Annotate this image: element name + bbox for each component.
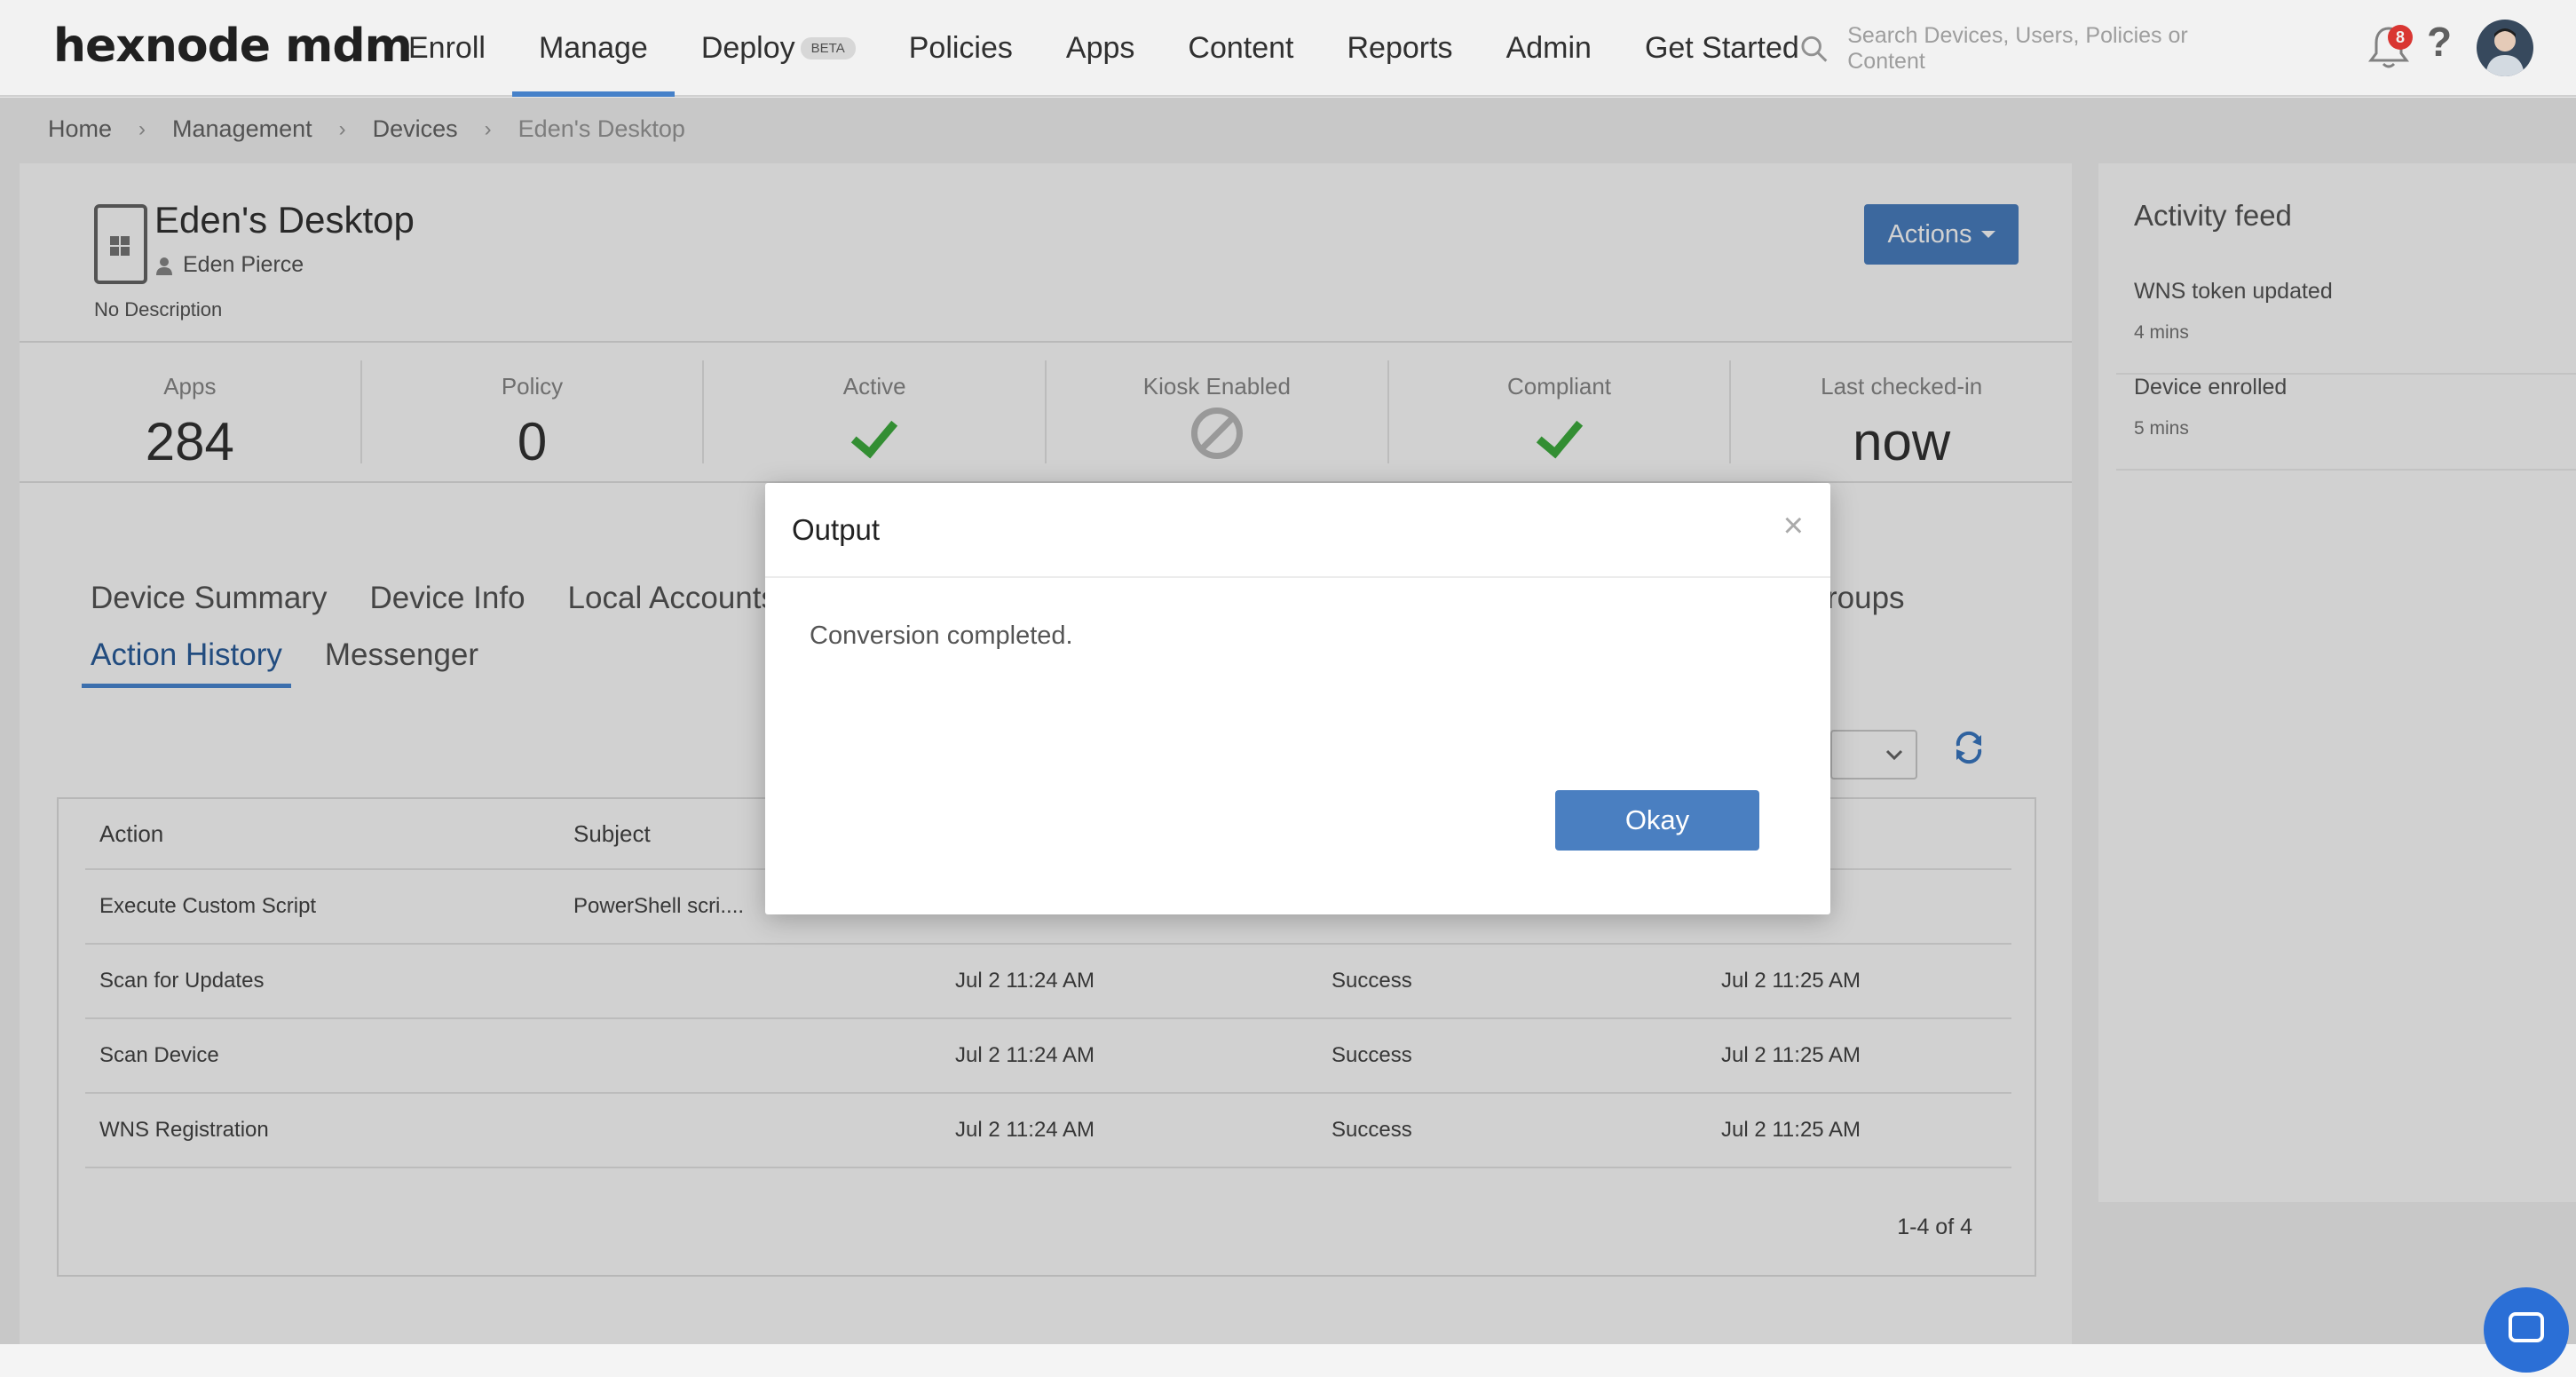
chat-icon bbox=[2509, 1312, 2544, 1342]
okay-button[interactable]: Okay bbox=[1555, 790, 1759, 851]
chat-widget-icon[interactable] bbox=[2484, 1287, 2569, 1373]
close-icon[interactable]: × bbox=[1783, 506, 1804, 546]
dialog-header: Output × bbox=[765, 483, 1830, 578]
output-dialog: Output × Conversion completed. Okay bbox=[765, 483, 1830, 914]
dialog-title: Output bbox=[792, 513, 881, 546]
modal-backdrop-top bbox=[0, 0, 2576, 98]
dialog-message: Conversion completed. bbox=[810, 621, 1073, 650]
